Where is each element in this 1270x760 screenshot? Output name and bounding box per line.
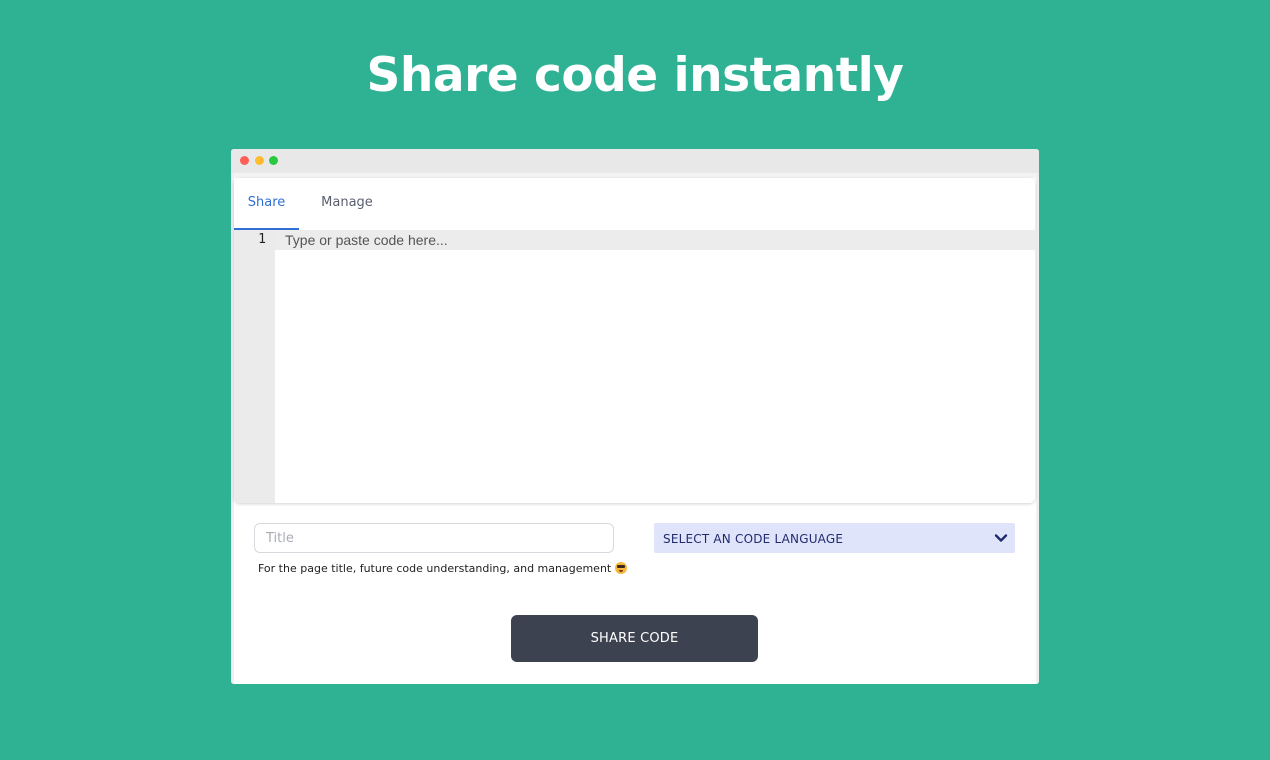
- tab-share[interactable]: Share: [234, 178, 299, 230]
- smiling-face-with-sunglasses-icon: [615, 562, 628, 574]
- line-number: 1: [258, 232, 266, 247]
- title-help-text: For the page title, future code understa…: [258, 562, 628, 575]
- line-number-gutter: 1: [234, 230, 275, 503]
- app-window: Share Manage 1 Type or paste code here..…: [231, 149, 1039, 684]
- title-input[interactable]: [254, 523, 614, 553]
- window-frame-right: [1036, 173, 1039, 684]
- language-select[interactable]: SELECT AN CODE LANGUAGE: [654, 523, 1015, 553]
- window-titlebar: [231, 149, 1039, 173]
- tab-manage[interactable]: Manage: [312, 178, 382, 230]
- page-headline: Share code instantly: [366, 48, 904, 103]
- code-placeholder[interactable]: Type or paste code here...: [285, 230, 448, 250]
- maximize-window-icon[interactable]: [269, 156, 278, 165]
- editor-card: Share Manage 1 Type or paste code here..…: [234, 178, 1035, 503]
- chevron-down-icon: [994, 534, 1008, 542]
- minimize-window-icon[interactable]: [255, 156, 264, 165]
- code-editor[interactable]: 1 Type or paste code here...: [234, 230, 1035, 503]
- share-code-button[interactable]: SHARE CODE: [511, 615, 758, 662]
- language-select-label: SELECT AN CODE LANGUAGE: [663, 532, 844, 546]
- title-help-label: For the page title, future code understa…: [258, 562, 612, 575]
- close-window-icon[interactable]: [240, 156, 249, 165]
